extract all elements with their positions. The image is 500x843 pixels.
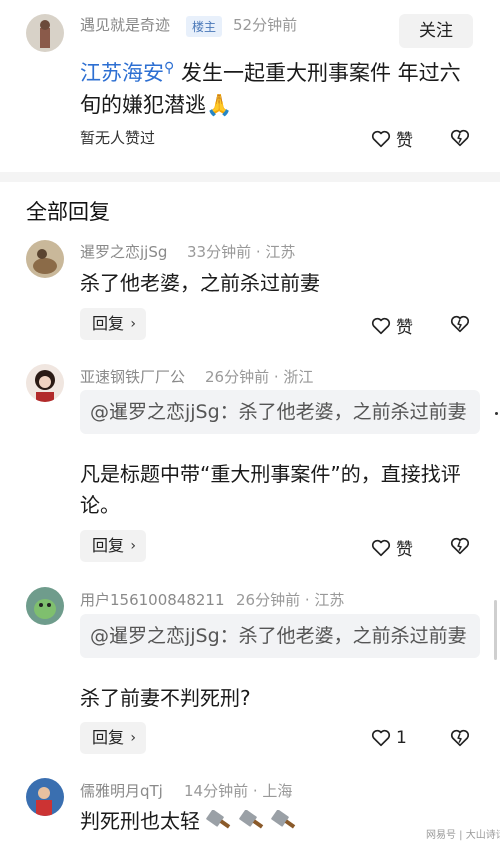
comment-username[interactable]: 用户156100848211	[80, 589, 225, 610]
broken-heart-icon[interactable]	[449, 127, 471, 149]
like-count: 1	[396, 728, 407, 748]
heart-icon	[371, 317, 391, 334]
like-label: 赞	[396, 131, 413, 151]
comment-meta: 14分钟前 · 上海	[184, 782, 293, 800]
like-label: 赞	[396, 540, 413, 560]
reply-button[interactable]: 回复 ›	[80, 308, 146, 340]
comment-text: 杀了他老婆，之前杀过前妻	[80, 271, 320, 295]
comment-text-body: 判死刑也太轻	[80, 809, 200, 833]
comment-meta: 26分钟前 · 浙江	[205, 368, 314, 386]
original-post: 遇见就是奇迹 楼主 52分钟前 关注 江苏海安⚲ 发生一起重大刑事案件 年过六旬…	[0, 0, 500, 170]
search-icon[interactable]: ⚲	[164, 60, 174, 76]
like-button[interactable]: 赞	[370, 535, 413, 560]
comment-text: 凡是标题中带“重大刑事案件”的，直接找评论。	[80, 462, 461, 517]
reply-button[interactable]: 回复 ›	[80, 530, 146, 562]
chevron-right-icon: ›	[130, 538, 136, 554]
like-button[interactable]: 1	[370, 727, 407, 749]
watermark: 网易号 | 大山诗话	[426, 830, 500, 841]
chevron-right-icon: ›	[130, 316, 136, 332]
comment-username[interactable]: 暹罗之恋jjSg	[80, 241, 167, 262]
all-replies-title: 全部回复	[26, 200, 110, 224]
section-divider	[0, 172, 500, 182]
comment-avatar[interactable]	[26, 587, 64, 625]
comment-meta: 26分钟前 · 江苏	[236, 591, 345, 609]
comment-avatar[interactable]	[26, 364, 64, 402]
op-badge: 楼主	[186, 16, 223, 37]
reply-button[interactable]: 回复 ›	[80, 722, 146, 754]
broken-heart-icon[interactable]	[449, 727, 471, 749]
no-likes-text: 暂无人赞过	[80, 129, 156, 147]
comment-username[interactable]: 亚速钢铁厂厂公	[80, 366, 185, 387]
heart-icon	[371, 539, 391, 556]
heart-icon	[371, 130, 391, 147]
reply-label: 回复	[92, 314, 125, 333]
like-label: 赞	[396, 318, 413, 338]
cleaver-icon	[271, 810, 296, 829]
op-content: 江苏海安⚲ 发生一起重大刑事案件 年过六旬的嫌犯潜逃🙏	[80, 52, 480, 121]
quoted-reply: @暹罗之恋jjSg：杀了他老婆，之前杀过前妻	[80, 390, 480, 434]
topic-link[interactable]: 江苏海安	[80, 61, 164, 85]
quoted-reply: @暹罗之恋jjSg：杀了他老婆，之前杀过前妻	[80, 614, 480, 658]
comment-avatar[interactable]	[26, 778, 64, 816]
heart-icon	[371, 729, 391, 747]
op-time: 52分钟前	[233, 16, 298, 34]
chevron-right-icon: ›	[130, 730, 136, 746]
like-button[interactable]: 赞	[370, 126, 413, 151]
scroll-indicator-dot	[495, 412, 498, 415]
comment-username[interactable]: 儒雅明月qTj	[80, 780, 163, 801]
broken-heart-icon[interactable]	[449, 313, 471, 335]
op-username[interactable]: 遇见就是奇迹	[80, 14, 170, 35]
like-button[interactable]: 赞	[370, 313, 413, 338]
reply-label: 回复	[92, 536, 125, 555]
scrollbar[interactable]	[494, 600, 497, 660]
comment-meta: 33分钟前 · 江苏	[187, 243, 296, 261]
op-avatar[interactable]	[26, 14, 64, 52]
follow-button[interactable]: 关注	[399, 14, 473, 48]
comment-avatar[interactable]	[26, 240, 64, 278]
cleaver-icon	[238, 810, 263, 829]
broken-heart-icon[interactable]	[449, 535, 471, 557]
cleaver-icon	[206, 810, 231, 829]
comment-text: 杀了前妻不判死刑?	[80, 686, 251, 710]
reply-label: 回复	[92, 728, 125, 747]
comment-text: 判死刑也太轻	[80, 806, 480, 837]
